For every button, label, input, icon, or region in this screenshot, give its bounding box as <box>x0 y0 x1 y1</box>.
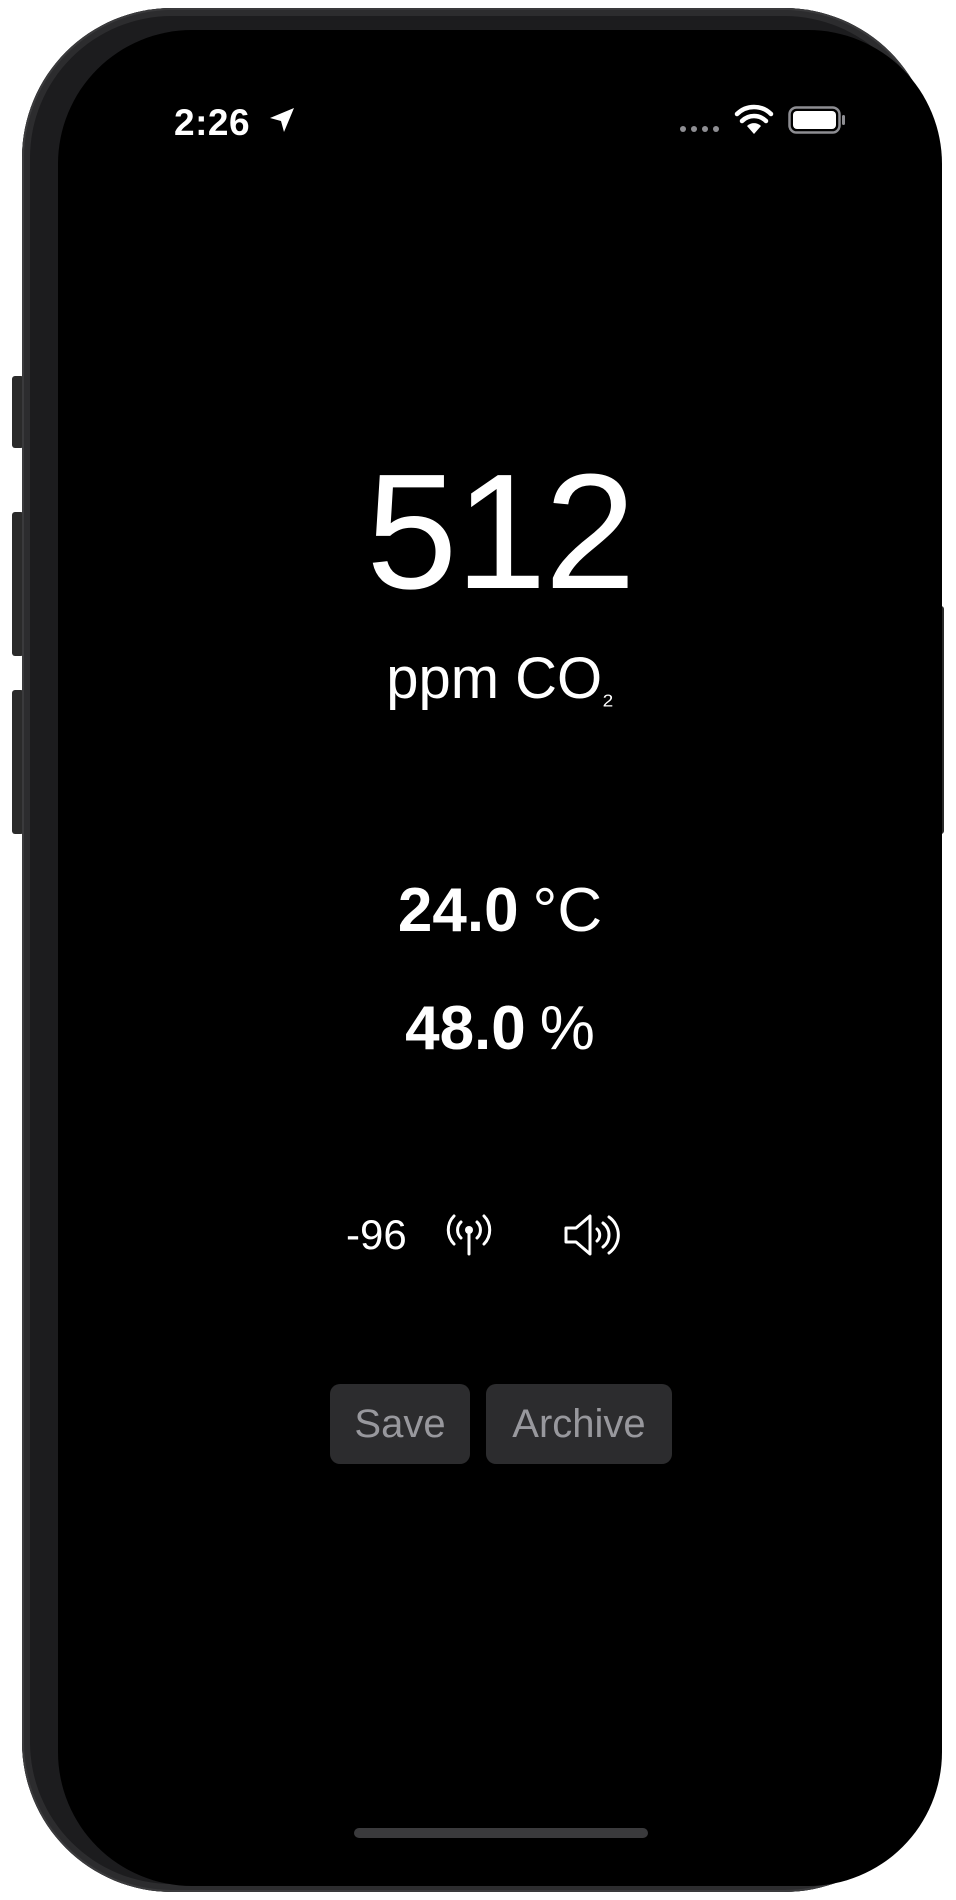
temperature-value: 24.0 <box>397 876 519 945</box>
co2-unit-subscript: ₂ <box>602 678 614 711</box>
humidity-reading: 48.0% <box>58 998 942 1060</box>
phone-frame: 2:26 512 ppm CO₂ 24.0 °C 48.0% -96 Save … <box>22 8 942 1892</box>
location-arrow-icon <box>270 108 294 132</box>
speaker-icon[interactable] <box>562 1210 622 1260</box>
co2-unit: ppm CO₂ <box>58 650 942 710</box>
archive-button[interactable]: Archive <box>486 1384 672 1464</box>
temperature-reading: 24.0 °C <box>58 880 942 942</box>
rssi-value: -96 <box>346 1211 407 1258</box>
status-time: 2:26 <box>174 102 251 143</box>
wifi-icon <box>734 104 774 134</box>
humidity-unit: % <box>539 994 595 1063</box>
home-indicator[interactable] <box>354 1828 648 1838</box>
temperature-unit: °C <box>532 876 603 945</box>
co2-value: 512 <box>366 440 636 623</box>
antenna-icon <box>446 1214 492 1256</box>
save-button[interactable]: Save <box>330 1384 470 1464</box>
app-screen: 2:26 512 ppm CO₂ 24.0 °C 48.0% -96 Save … <box>58 30 942 1886</box>
cellular-dots-icon <box>680 126 719 132</box>
battery-icon <box>788 106 845 134</box>
humidity-value: 48.0 <box>405 994 526 1063</box>
co2-unit-prefix: ppm CO <box>386 646 603 711</box>
